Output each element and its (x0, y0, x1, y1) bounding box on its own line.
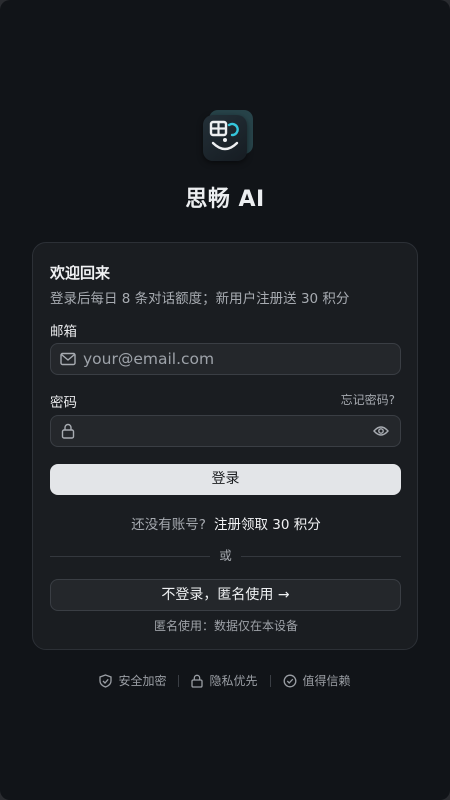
footer-item-trusted: 值得信赖 (283, 672, 351, 689)
lock-icon (191, 674, 204, 688)
check-circle-icon (283, 674, 296, 687)
logo-front-tile (203, 115, 247, 161)
password-field-container[interactable] (50, 415, 401, 447)
lock-icon (60, 423, 76, 439)
or-divider: 或 (50, 547, 401, 565)
anonymous-note: 匿名使用：数据仅在本设备 (153, 619, 298, 633)
password-label: 密码 (50, 395, 77, 411)
footer-separator (269, 674, 271, 687)
email-input[interactable] (76, 344, 400, 374)
logo-glyph-icon (209, 120, 239, 151)
password-input[interactable] (76, 416, 372, 446)
register-link[interactable]: 注册领取 30 积分 (214, 517, 321, 533)
footer-label: 安全加密 (118, 674, 167, 688)
login-button[interactable]: 登录 (50, 464, 401, 495)
welcome-heading: 欢迎回来 (50, 264, 111, 282)
show-password-eye-icon[interactable] (372, 422, 390, 440)
anonymous-use-button[interactable]: 不登录，匿名使用 → (50, 579, 401, 611)
mail-icon (60, 351, 76, 367)
email-label: 邮箱 (50, 324, 77, 340)
footer-label: 值得信赖 (302, 674, 351, 688)
welcome-subtitle: 登录后每日 8 条对话额度；新用户注册送 30 积分 (50, 291, 350, 307)
shield-icon (99, 673, 113, 688)
trust-footer: 安全加密 隐私优先 值得信赖 (0, 672, 450, 689)
footer-label: 隐私优先 (209, 674, 258, 688)
register-prompt: 还没有账号? 注册领取 30 积分 (33, 513, 419, 533)
divider-line-right (241, 556, 401, 557)
email-field-container[interactable] (50, 343, 401, 375)
app-frame: 思畅 AI 欢迎回来 登录后每日 8 条对话额度；新用户注册送 30 积分 邮箱… (0, 0, 450, 800)
app-logo (201, 110, 253, 164)
footer-item-secure: 安全加密 (99, 672, 166, 689)
login-card: 欢迎回来 登录后每日 8 条对话额度；新用户注册送 30 积分 邮箱 密码 忘记… (32, 242, 418, 650)
register-question: 还没有账号? (131, 517, 206, 533)
footer-item-privacy: 隐私优先 (191, 672, 258, 689)
footer-separator (178, 674, 180, 687)
app-title: 思畅 AI (185, 187, 265, 212)
forgot-password-link[interactable]: 忘记密码? (341, 391, 395, 408)
